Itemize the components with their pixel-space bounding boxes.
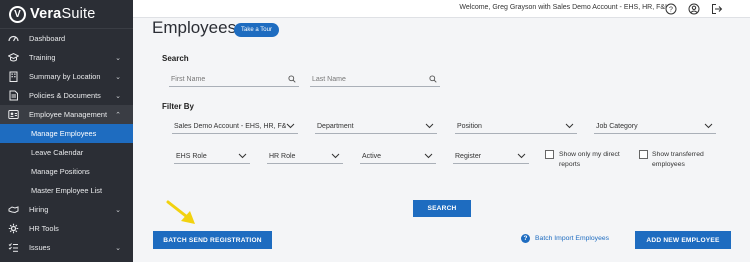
- take-a-tour-button[interactable]: Take a Tour: [234, 23, 279, 37]
- status-select-value: Active: [362, 153, 382, 160]
- verasuite-logo[interactable]: V VeraSuite: [0, 0, 133, 29]
- first-name-input[interactable]: First Name: [169, 72, 299, 87]
- chevron-down-icon: ⌄: [115, 55, 121, 62]
- chevron-down-icon: [425, 123, 434, 131]
- documents-icon: [8, 90, 19, 101]
- chevron-down-icon: ⌄: [115, 207, 121, 214]
- chevron-down-icon: ⌄: [115, 74, 121, 81]
- chevron-down-icon: [331, 153, 340, 161]
- search-icon: [429, 75, 437, 85]
- position-select-value: Position: [457, 123, 482, 130]
- hr-role-select[interactable]: HR Role: [267, 150, 343, 164]
- sidebar-item-label: Issues: [29, 243, 51, 252]
- direct-reports-checkbox[interactable]: [545, 150, 554, 159]
- svg-text:?: ?: [669, 6, 673, 13]
- sidebar: V VeraSuite Dashboard Training ⌄ Summary…: [0, 0, 133, 262]
- logo-text: VeraSuite: [30, 6, 96, 22]
- logo-mark: V: [9, 5, 26, 23]
- add-new-employee-button[interactable]: ADD NEW EMPLOYEE: [635, 231, 731, 249]
- sidebar-item-label: Training: [29, 53, 56, 62]
- ehs-role-select-value: EHS Role: [176, 153, 207, 160]
- last-name-placeholder: Last Name: [312, 75, 346, 83]
- sidebar-item-policies-documents[interactable]: Policies & Documents ⌄: [0, 86, 133, 105]
- chevron-down-icon: [517, 153, 526, 161]
- chevron-down-icon: [424, 153, 433, 161]
- transferred-employees-label: Show transferred employees: [652, 151, 704, 168]
- welcome-text: Welcome, Greg Grayson with Sales Demo Ac…: [459, 4, 667, 11]
- top-bar: Welcome, Greg Grayson with Sales Demo Ac…: [133, 0, 750, 18]
- first-name-placeholder: First Name: [171, 75, 206, 83]
- batch-send-registration-button[interactable]: BATCH SEND REGISTRATION: [153, 231, 272, 249]
- search-button[interactable]: SEARCH: [413, 200, 471, 217]
- sidebar-item-dashboard[interactable]: Dashboard: [0, 29, 133, 48]
- hiring-icon: [8, 204, 19, 215]
- sidebar-item-label: Hiring: [29, 205, 49, 214]
- chevron-down-icon: [286, 123, 295, 131]
- register-select[interactable]: Register: [453, 150, 529, 164]
- sidebar-item-issues[interactable]: Issues ⌄: [0, 238, 133, 257]
- job-category-select[interactable]: Job Category: [594, 120, 716, 134]
- transferred-employees-checkbox[interactable]: [639, 150, 648, 159]
- search-icon: [288, 75, 296, 85]
- sidebar-subitem-master-employee-list[interactable]: Master Employee List: [0, 181, 133, 200]
- last-name-input[interactable]: Last Name: [310, 72, 440, 87]
- help-circle-icon: ?: [521, 234, 530, 243]
- account-select-value: Sales Demo Account - EHS, HR, F&I: [174, 123, 286, 130]
- chevron-down-icon: ⌄: [115, 93, 121, 100]
- sidebar-item-hiring[interactable]: Hiring ⌄: [0, 200, 133, 219]
- sidebar-item-employee-management[interactable]: Employee Management ⌃: [0, 105, 133, 124]
- highlight-arrow-icon: [166, 200, 195, 224]
- chevron-down-icon: [238, 153, 247, 161]
- sidebar-subitem-manage-employees[interactable]: Manage Employees: [0, 124, 133, 143]
- batch-import-label: Batch Import Employees: [535, 235, 610, 242]
- sidebar-item-training[interactable]: Training ⌄: [0, 48, 133, 67]
- employees-icon: [8, 109, 19, 120]
- hr-tools-icon: [8, 223, 19, 234]
- search-section-label: Search: [162, 54, 189, 63]
- sidebar-item-hr-tools[interactable]: HR Tools: [0, 219, 133, 238]
- filter-section-label: Filter By: [162, 102, 195, 111]
- sidebar-item-label: Summary by Location: [29, 72, 101, 81]
- batch-import-link[interactable]: ? Batch Import Employees: [521, 234, 609, 243]
- issues-icon: [8, 242, 19, 253]
- training-icon: [8, 52, 19, 63]
- register-select-value: Register: [455, 153, 482, 160]
- sidebar-item-label: Employee Management: [29, 110, 108, 119]
- user-icon[interactable]: [687, 2, 700, 15]
- status-select[interactable]: Active: [360, 150, 436, 164]
- sidebar-item-label: Policies & Documents: [29, 91, 101, 100]
- page-title: Employees: [152, 18, 237, 37]
- position-select[interactable]: Position: [455, 120, 577, 134]
- sidebar-subitem-manage-positions[interactable]: Manage Positions: [0, 162, 133, 181]
- sidebar-item-label: HR Tools: [29, 224, 59, 233]
- department-select-value: Department: [317, 123, 354, 130]
- dashboard-icon: [8, 33, 19, 44]
- chevron-down-icon: [565, 123, 574, 131]
- sidebar-item-label: Dashboard: [29, 34, 66, 43]
- ehs-role-select[interactable]: EHS Role: [174, 150, 250, 164]
- hr-role-select-value: HR Role: [269, 153, 296, 160]
- logout-icon[interactable]: [710, 2, 723, 15]
- chevron-down-icon: ⌄: [115, 245, 121, 252]
- chevron-up-icon: ⌃: [115, 112, 121, 119]
- department-select[interactable]: Department: [315, 120, 437, 134]
- building-icon: [8, 71, 19, 82]
- direct-reports-label: Show only my direct reports: [559, 151, 620, 168]
- help-icon[interactable]: ?: [664, 2, 677, 15]
- chevron-down-icon: [704, 123, 713, 131]
- sidebar-subitem-leave-calendar[interactable]: Leave Calendar: [0, 143, 133, 162]
- job-category-select-value: Job Category: [596, 123, 638, 130]
- sidebar-item-summary-by-location[interactable]: Summary by Location ⌄: [0, 67, 133, 86]
- account-select[interactable]: Sales Demo Account - EHS, HR, F&I: [172, 120, 298, 134]
